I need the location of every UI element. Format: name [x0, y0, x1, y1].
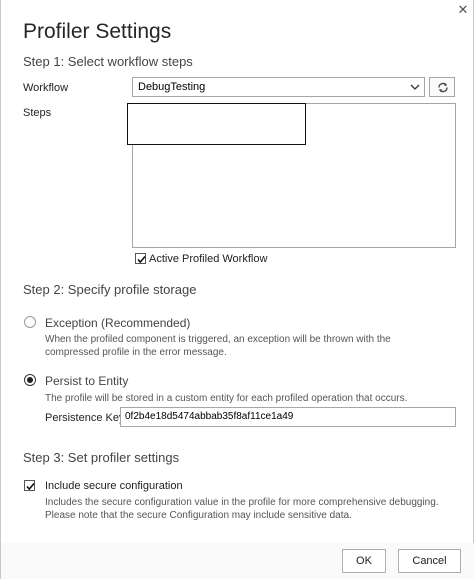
exception-radio[interactable] [24, 316, 36, 328]
dialog-title: Profiler Settings [23, 20, 172, 43]
cancel-button[interactable]: Cancel [398, 549, 461, 573]
exception-description: When the profiled component is triggered… [45, 334, 391, 358]
checkmark-icon [137, 255, 146, 264]
workflow-select[interactable]: DebugTesting [132, 77, 425, 97]
secure-config-checkbox[interactable] [24, 480, 35, 491]
steps-label: Steps [23, 107, 52, 119]
steps-list-selected-item[interactable] [127, 103, 306, 145]
active-profiled-checkbox[interactable] [135, 253, 146, 264]
refresh-workflows-button[interactable] [429, 77, 455, 97]
profiler-settings-dialog: ✕ Profiler Settings Step 1: Select workf… [0, 0, 474, 579]
secure-config-label: Include secure configuration [45, 480, 183, 492]
close-icon[interactable]: ✕ [456, 3, 470, 17]
workflow-select-value: DebugTesting [138, 81, 206, 93]
checkmark-icon [26, 482, 35, 491]
active-profiled-label: Active Profiled Workflow [149, 253, 268, 265]
workflow-label: Workflow [23, 82, 69, 94]
refresh-icon [438, 82, 448, 93]
step1-heading: Step 1: Select workflow steps [23, 54, 193, 69]
persistence-key-label: Persistence Key [45, 412, 125, 424]
persist-radio-label: Persist to Entity [45, 374, 129, 388]
step3-heading: Step 3: Set profiler settings [23, 450, 180, 465]
chevron-down-icon [410, 78, 420, 96]
persist-description: The profile will be stored in a custom e… [45, 393, 408, 404]
step2-heading: Step 2: Specify profile storage [23, 282, 197, 297]
exception-radio-label: Exception (Recommended) [45, 316, 191, 330]
ok-button[interactable]: OK [342, 549, 386, 573]
secure-config-description: Includes the secure configuration value … [45, 497, 439, 521]
persistence-key-input[interactable]: 0f2b4e18d5474abbab35f8af11ce1a49 [120, 407, 456, 427]
persist-radio[interactable] [24, 374, 36, 386]
